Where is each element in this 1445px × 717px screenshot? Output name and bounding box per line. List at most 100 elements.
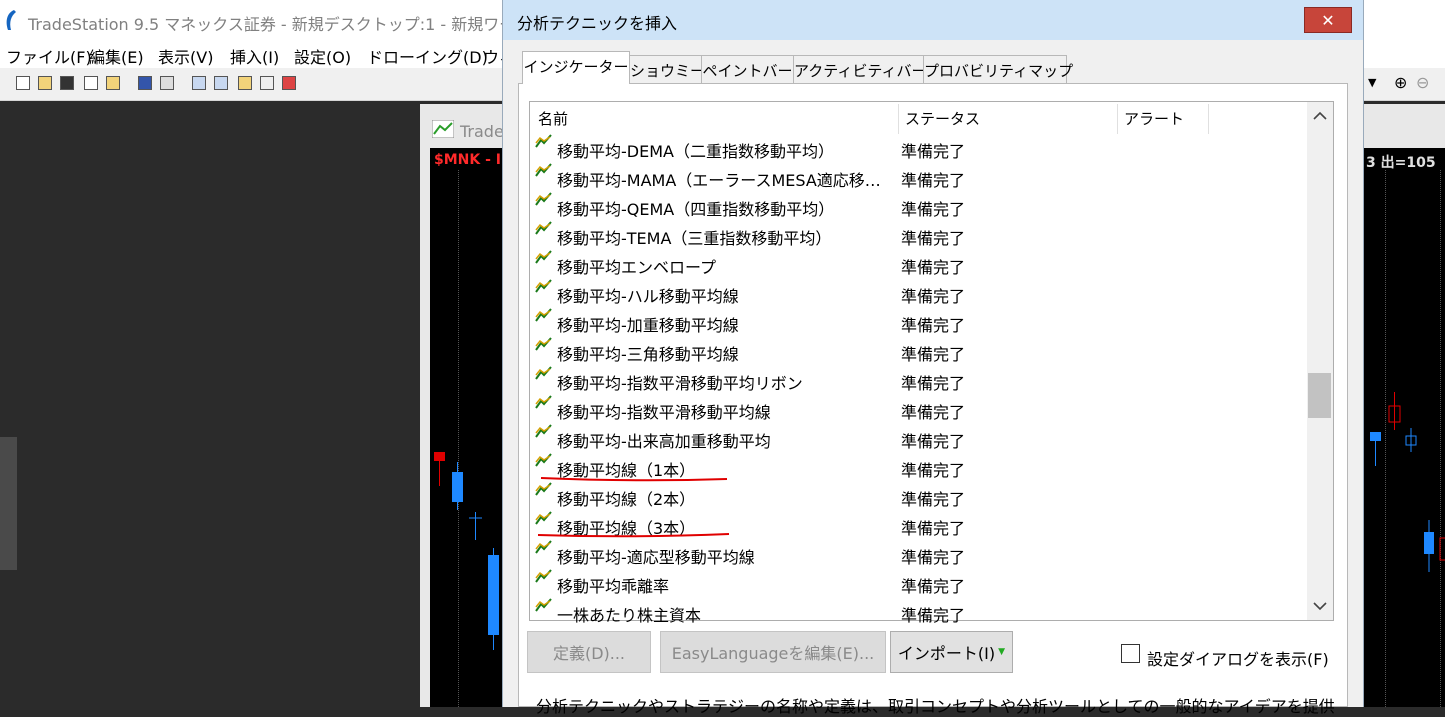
- indicator-name: 移動平均-指数平滑移動平均リボン: [557, 374, 803, 393]
- indicator-status: 準備完了: [901, 577, 966, 596]
- indicator-icon: [535, 250, 552, 264]
- indicator-name: 移動平均-指数平滑移動平均線: [557, 403, 771, 422]
- window-layout-icon[interactable]: [214, 76, 228, 90]
- indicator-icon: [535, 279, 552, 293]
- edit-easylanguage-button[interactable]: EasyLanguageを編集(E)...: [660, 631, 886, 673]
- indicator-status: 準備完了: [901, 490, 966, 509]
- list-item[interactable]: 移動平均-三角移動平均線 準備完了: [531, 337, 1306, 366]
- indicator-status: 準備完了: [901, 374, 966, 393]
- indicator-name: 移動平均-出来高加重移動平均: [557, 432, 771, 451]
- indicator-icon: [535, 308, 552, 322]
- dialog-title: 分析テクニックを挿入: [517, 14, 678, 33]
- list-item[interactable]: 移動平均-加重移動平均線 準備完了: [531, 308, 1306, 337]
- chart-symbol: $MNK - I: [434, 152, 502, 168]
- indicator-name: 移動平均-加重移動平均線: [557, 316, 739, 335]
- clipboard-icon[interactable]: [84, 76, 98, 90]
- window-icon[interactable]: [192, 76, 206, 90]
- indicator-icon: [535, 163, 552, 177]
- indicator-status: 準備完了: [901, 142, 966, 161]
- list-item[interactable]: 移動平均-TEMA（三重指数移動平均） 準備完了: [531, 221, 1306, 250]
- shapes-icon[interactable]: [282, 76, 296, 90]
- show-settings-checkbox[interactable]: [1121, 644, 1140, 663]
- open-folder-icon[interactable]: [38, 76, 52, 90]
- indicator-icon: [535, 453, 552, 467]
- indicator-icon: [535, 569, 552, 583]
- scroll-thumb[interactable]: [1308, 373, 1331, 418]
- close-icon: ✕: [1321, 10, 1335, 30]
- tradestation-logo-icon: [6, 10, 17, 30]
- list-item[interactable]: 移動平均エンベロープ 準備完了: [531, 250, 1306, 279]
- tab-indicator[interactable]: インジケーター: [522, 51, 630, 84]
- list-item[interactable]: 移動平均-指数平滑移動平均リボン 準備完了: [531, 366, 1306, 395]
- list-item[interactable]: 一株あたり株主資本 準備完了: [531, 598, 1306, 627]
- list-item[interactable]: 移動平均乖離率 準備完了: [531, 569, 1306, 598]
- indicator-icon: [535, 134, 552, 148]
- list-item[interactable]: 移動平均-QEMA（四重指数移動平均） 準備完了: [531, 192, 1306, 221]
- menu-file[interactable]: ファイル(F): [6, 44, 92, 68]
- app-title: TradeStation 9.5 マネックス証券 - 新規デスクトップ:1 - …: [28, 15, 532, 34]
- indicator-name: 移動平均-QEMA（四重指数移動平均）: [557, 200, 835, 219]
- list-item[interactable]: 移動平均-指数平滑移動平均線 準備完了: [531, 395, 1306, 424]
- column-header-name[interactable]: 名前: [538, 108, 568, 129]
- import-button[interactable]: インポート(I) ▼: [890, 631, 1013, 673]
- indicator-name: 移動平均-DEMA（二重指数移動平均）: [557, 142, 834, 161]
- folder-icon[interactable]: [106, 76, 120, 90]
- new-file-icon[interactable]: [16, 76, 30, 90]
- annotation-underlines: [537, 477, 730, 538]
- indicator-name: 移動平均-ハル移動平均線: [557, 287, 739, 306]
- indicator-status: 準備完了: [901, 461, 966, 480]
- drawing-tool-icon[interactable]: [260, 76, 274, 90]
- indicator-icon: [535, 337, 552, 351]
- indicator-status: 準備完了: [901, 200, 966, 219]
- save-icon[interactable]: [138, 76, 152, 90]
- list-item[interactable]: 移動平均-適応型移動平均線 準備完了: [531, 540, 1306, 569]
- indicator-name: 移動平均-MAMA（エーラースMESA適応移…: [557, 171, 881, 190]
- import-label: インポート(I): [897, 644, 996, 663]
- menu-insert[interactable]: 挿入(I): [230, 44, 279, 68]
- column-separator: [898, 104, 899, 134]
- indicator-icon: [535, 366, 552, 380]
- indicator-status: 準備完了: [901, 171, 966, 190]
- chart-window-title: Trade: [460, 122, 504, 141]
- menu-edit[interactable]: 編集(E): [89, 44, 144, 68]
- indicator-status: 準備完了: [901, 403, 966, 422]
- menu-settings[interactable]: 設定(O): [294, 44, 351, 68]
- define-button[interactable]: 定義(D)...: [527, 631, 651, 673]
- menu-view[interactable]: 表示(V): [158, 44, 213, 68]
- indicator-name: 移動平均-TEMA（三重指数移動平均）: [557, 229, 832, 248]
- zoom-in-icon[interactable]: ⊕: [1394, 73, 1407, 92]
- indicator-icon: [535, 598, 552, 612]
- close-button[interactable]: ✕: [1304, 7, 1352, 33]
- column-separator: [1208, 104, 1209, 134]
- scroll-down-icon[interactable]: [1307, 594, 1333, 618]
- tab-activitybar[interactable]: アクティビティバー: [793, 55, 926, 83]
- list-scrollbar[interactable]: [1307, 102, 1333, 620]
- indicator-name: 移動平均乖離率: [557, 577, 670, 596]
- tab-showme[interactable]: ショウミー: [629, 55, 705, 83]
- list-item[interactable]: 移動平均-MAMA（エーラースMESA適応移… 準備完了: [531, 163, 1306, 192]
- dropdown-arrow-icon[interactable]: ▼: [1368, 76, 1376, 89]
- column-header-alert[interactable]: アラート: [1124, 108, 1184, 129]
- tab-paintbar[interactable]: ペイントバー: [701, 55, 794, 83]
- print-icon[interactable]: [160, 76, 174, 90]
- list-item[interactable]: 移動平均-出来高加重移動平均 準備完了: [531, 424, 1306, 453]
- indicator-status: 準備完了: [901, 606, 966, 625]
- indicator-name: 一株あたり株主資本: [557, 606, 702, 625]
- candlesticks-left: [434, 452, 499, 650]
- lock-icon[interactable]: [238, 76, 252, 90]
- column-header-status[interactable]: ステータス: [905, 108, 980, 129]
- list-item[interactable]: 移動平均-ハル移動平均線 準備完了: [531, 279, 1306, 308]
- show-settings-label[interactable]: 設定ダイアログを表示(F): [1147, 646, 1329, 670]
- indicator-icon: [535, 395, 552, 409]
- zoom-out-icon[interactable]: ⊖: [1416, 73, 1429, 92]
- list-item[interactable]: 移動平均-DEMA（二重指数移動平均） 準備完了: [531, 134, 1306, 163]
- tab-probabilitymap[interactable]: プロバビリティマップ: [923, 55, 1073, 83]
- indicator-status: 準備完了: [901, 229, 966, 248]
- side-panel-tab[interactable]: [0, 437, 17, 570]
- copy-icon[interactable]: [60, 76, 74, 90]
- description-text: 分析テクニックやストラテジーの名称や定義は、取引コンセプトや分析ツールとしての一…: [536, 697, 1336, 716]
- menu-drawing[interactable]: ドローイング(D): [367, 44, 488, 68]
- scroll-up-icon[interactable]: [1307, 104, 1333, 128]
- indicator-status: 準備完了: [901, 316, 966, 335]
- chart-info: 3 出=105: [1366, 155, 1436, 171]
